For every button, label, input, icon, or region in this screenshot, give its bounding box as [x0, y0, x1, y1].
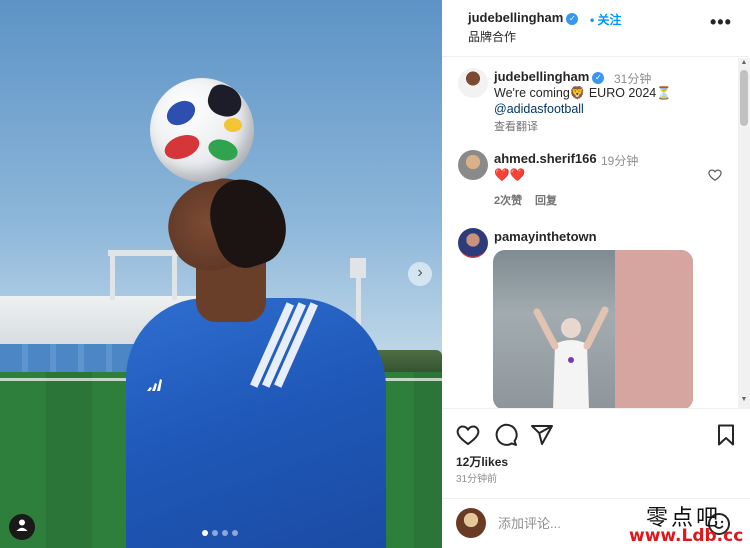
comment-likes[interactable]: 2次赞 — [494, 192, 522, 208]
translate-link[interactable]: 查看翻译 — [494, 118, 538, 134]
post-image[interactable]: › — [0, 0, 442, 548]
floodlight-frame — [108, 250, 178, 256]
author-username[interactable]: judebellingham ✓ — [468, 10, 579, 25]
carousel-dots — [202, 530, 238, 536]
carousel-dot[interactable] — [232, 530, 238, 536]
like-heart-icon[interactable] — [456, 423, 480, 447]
author-username-text[interactable]: judebellingham — [468, 10, 563, 25]
caption-text: We're coming🦁 EURO 2024⏳ — [494, 86, 672, 100]
save-bookmark-icon[interactable] — [714, 423, 738, 447]
user-icon — [15, 518, 29, 537]
author-avatar[interactable] — [458, 68, 488, 98]
current-user-avatar — [456, 508, 486, 538]
more-options-icon[interactable]: ••• — [710, 12, 732, 33]
floodlight-post — [110, 250, 115, 300]
comments-scrollbar[interactable]: ▲ ▼ — [738, 58, 750, 408]
verified-badge-icon: ✓ — [592, 72, 605, 84]
comments-list: judebellingham ✓ 31分钟 We're coming🦁 EURO … — [442, 58, 738, 408]
share-send-icon[interactable] — [530, 423, 554, 447]
tagged-users-button[interactable] — [9, 514, 35, 540]
follow-label[interactable]: 关注 — [598, 13, 622, 27]
player-jersey — [126, 298, 386, 548]
post-sidebar: judebellingham ✓ • 关注 品牌合作 ••• judebellin… — [442, 0, 750, 548]
comment-username[interactable]: ahmed.sherif166 — [494, 151, 597, 166]
floodlight-head — [350, 258, 366, 278]
follow-button[interactable]: • 关注 — [590, 11, 622, 28]
instagram-post-modal: › judebellingham ✓ • 关注 品牌合作 ••• judebel… — [0, 0, 750, 548]
caption-time[interactable]: 31分钟 — [614, 70, 651, 87]
post-header: judebellingham ✓ • 关注 品牌合作 ••• — [442, 0, 750, 57]
post-actions: 12万likes 31分钟前 — [442, 408, 750, 498]
commenter-avatar[interactable] — [458, 150, 488, 180]
reply-button[interactable]: 回复 — [535, 192, 557, 208]
caption-username[interactable]: judebellingham ✓ — [494, 69, 605, 84]
commenter-avatar[interactable] — [458, 228, 488, 258]
floodlight-post — [172, 250, 177, 300]
likes-count[interactable]: 12万likes — [456, 453, 508, 470]
carousel-dot[interactable] — [222, 530, 228, 536]
adidas-logo — [146, 378, 162, 392]
post-timestamp[interactable]: 31分钟前 — [456, 470, 497, 485]
comment-username[interactable]: pamayinthetown — [494, 229, 597, 244]
comment-time[interactable]: 19分钟 — [601, 152, 638, 169]
comment-text: ❤️❤️ — [494, 168, 526, 182]
scroll-up-icon[interactable]: ▲ — [740, 59, 748, 66]
heart-icon[interactable] — [708, 168, 722, 187]
comment-gif[interactable] — [493, 250, 693, 408]
verified-badge-icon: ✓ — [566, 13, 579, 25]
paid-partnership-label[interactable]: 品牌合作 — [468, 28, 516, 45]
gif-person — [533, 306, 609, 408]
carousel-dot[interactable] — [202, 530, 208, 536]
scroll-thumb[interactable] — [740, 70, 748, 126]
caption-username-text[interactable]: judebellingham — [494, 69, 589, 84]
comment-bubble-icon[interactable] — [494, 423, 518, 447]
caption-mention-link[interactable]: @adidasfootball — [494, 102, 584, 116]
football — [150, 78, 254, 182]
scroll-down-icon[interactable]: ▼ — [740, 396, 748, 403]
carousel-dot[interactable] — [212, 530, 218, 536]
gif-wall — [615, 250, 693, 408]
watermark-url: www.Ldb.cc — [629, 526, 744, 546]
next-image-button[interactable]: › — [408, 262, 432, 286]
